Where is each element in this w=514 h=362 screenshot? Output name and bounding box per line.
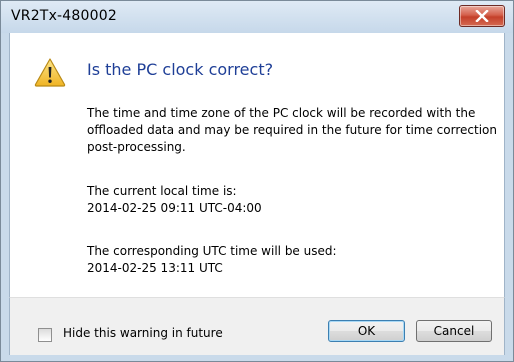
description-text: The time and time zone of the PC clock w… xyxy=(87,106,497,154)
dialog-footer: Hide this warning in future OK Cancel xyxy=(9,297,505,355)
dialog-heading: Is the PC clock correct? xyxy=(87,60,274,79)
cancel-button[interactable]: Cancel xyxy=(416,320,492,342)
dialog-window: VR2Tx-480002 Is the PC clock correct? Th… xyxy=(0,0,514,362)
utc-time-value: 2014-02-25 13:11 UTC xyxy=(87,261,223,275)
local-time-value: 2014-02-25 09:11 UTC-04:00 xyxy=(87,201,262,215)
hide-warning-checkbox[interactable] xyxy=(38,328,52,342)
title-bar[interactable]: VR2Tx-480002 xyxy=(1,1,513,33)
local-time-block: The current local time is: 2014-02-25 09… xyxy=(87,183,497,217)
utc-time-label: The corresponding UTC time will be used: xyxy=(87,244,337,258)
dialog-content: Is the PC clock correct? The time and ti… xyxy=(9,33,505,297)
hide-warning-label[interactable]: Hide this warning in future xyxy=(63,326,223,340)
local-time-label: The current local time is: xyxy=(87,184,237,198)
window-title: VR2Tx-480002 xyxy=(11,8,117,24)
utc-time-block: The corresponding UTC time will be used:… xyxy=(87,243,497,277)
ok-button[interactable]: OK xyxy=(328,320,405,342)
close-button[interactable] xyxy=(459,5,505,27)
warning-icon xyxy=(34,58,66,87)
close-icon xyxy=(475,10,489,22)
